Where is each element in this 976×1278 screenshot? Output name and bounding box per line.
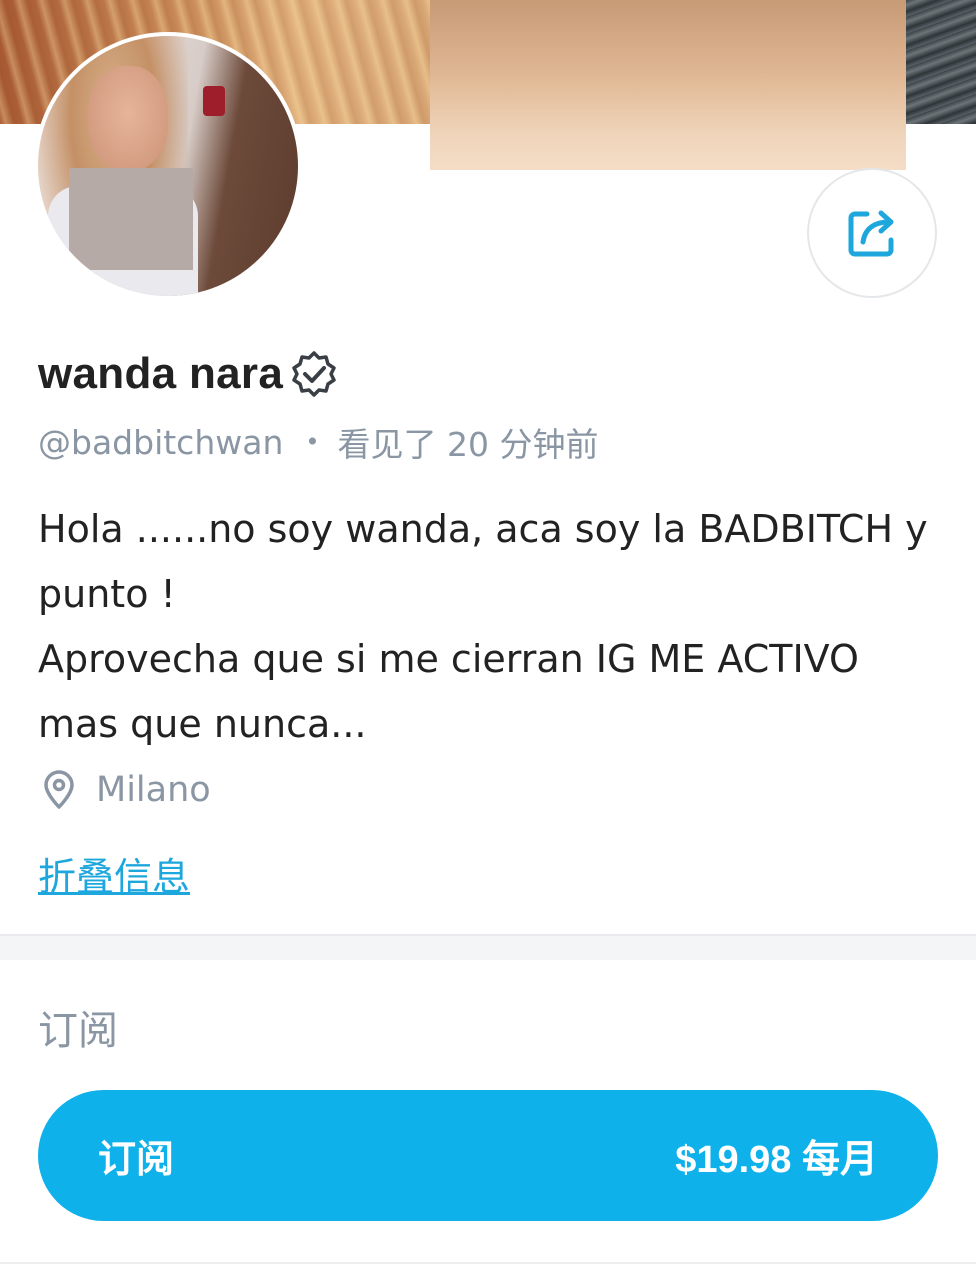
profile-name: wanda nara xyxy=(38,349,284,398)
bio-line: Aprovecha que si me cierran IG ME ACTIVO xyxy=(38,637,859,681)
profile-bio: Hola ......no soy wanda, aca soy la BADB… xyxy=(38,497,948,757)
share-icon xyxy=(848,210,894,257)
subscribe-price: $19.98 每月 xyxy=(675,1139,878,1181)
bio-line: Hola ......no soy wanda, aca soy la BADB… xyxy=(38,507,928,551)
avatar-face xyxy=(88,66,168,171)
handle-row: @badbitchwan • 看见了 20 分钟前 xyxy=(38,418,599,466)
collapse-info-link[interactable]: 折叠信息 xyxy=(38,846,190,901)
profile-page: wanda nara @badbitchwan • 看见了 20 分钟前 Hol… xyxy=(0,0,976,1278)
avatar[interactable] xyxy=(34,32,302,300)
avatar-censor-block xyxy=(69,168,193,270)
profile-name-row: wanda nara xyxy=(38,344,339,404)
location-text: Milano xyxy=(96,770,211,810)
share-button[interactable] xyxy=(807,168,937,298)
subscription-section-title: 订阅 xyxy=(38,1008,118,1054)
verified-badge-icon xyxy=(292,351,336,397)
location-pin-icon xyxy=(44,770,74,809)
bio-line: mas que nunca... xyxy=(38,702,367,746)
profile-handle: @badbitchwan xyxy=(38,422,284,462)
subscribe-button[interactable]: 订阅 $19.98 每月 xyxy=(38,1090,938,1221)
cover-blurred-region xyxy=(430,0,906,170)
section-divider xyxy=(0,934,976,960)
cover-rocks-detail xyxy=(906,0,976,124)
location-row: Milano xyxy=(42,770,211,810)
bio-line: punto ! xyxy=(38,572,176,616)
avatar-photo xyxy=(38,36,298,296)
bottom-divider xyxy=(0,1262,976,1264)
last-seen-status: 看见了 20 分钟前 xyxy=(337,425,599,464)
subscribe-button-label: 订阅 xyxy=(98,1137,175,1181)
separator-dot: • xyxy=(305,428,320,456)
avatar-background-object xyxy=(203,86,225,116)
